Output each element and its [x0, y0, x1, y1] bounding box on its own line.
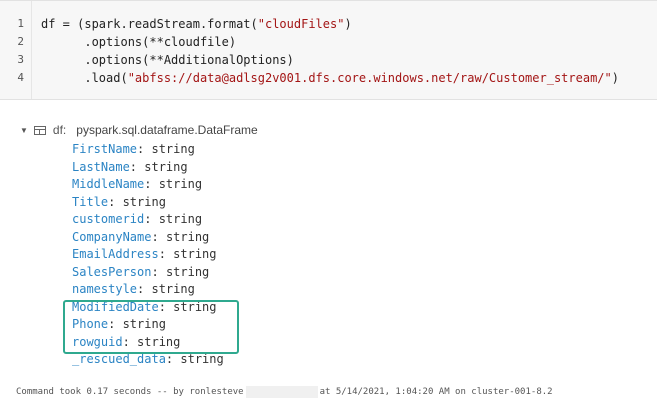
- command-status-footer: Command took 0.17 seconds -- by ronleste…: [16, 386, 553, 398]
- field-type: string: [165, 264, 210, 279]
- code-text: .options(**cloudfile): [41, 35, 237, 49]
- code-string-literal: "cloudFiles": [257, 17, 345, 31]
- field-name: EmailAddress: [72, 247, 159, 261]
- dataframe-schema-header[interactable]: ▼ df: pyspark.sql.dataframe.DataFrame: [20, 121, 258, 139]
- command-timestamp-text: at 5/14/2021, 1:04:20 AM on cluster-001-…: [319, 387, 553, 397]
- schema-field: customerid: string: [72, 212, 203, 226]
- schema-field: LastName: string: [72, 159, 188, 174]
- schema-field: FirstName: string: [72, 142, 195, 156]
- code-text: ): [611, 71, 619, 85]
- field-type: string: [151, 142, 195, 156]
- code-line: .options(**AdditionalOptions): [41, 51, 294, 69]
- field-type: string: [173, 247, 217, 261]
- line-number: 3: [17, 53, 24, 66]
- line-number: 4: [17, 71, 24, 84]
- code-editor[interactable]: 1 2 3 4 df = (spark.readStream.format("c…: [0, 0, 657, 100]
- field-name: Title: [72, 194, 109, 209]
- redacted-username: [245, 386, 318, 398]
- command-duration-text: Command took 0.17 seconds -- by ronleste…: [16, 387, 244, 397]
- field-name: CompanyName: [72, 229, 152, 244]
- schema-field: namestyle: string: [72, 282, 195, 296]
- code-text: ): [344, 17, 352, 31]
- field-type: string: [158, 212, 203, 226]
- field-type: string: [158, 177, 203, 191]
- schema-field: EmailAddress: string: [72, 247, 217, 261]
- code-text: df = (spark.readStream.format(: [41, 17, 258, 31]
- field-name: _rescued_data: [72, 352, 166, 366]
- field-type: string: [151, 282, 195, 296]
- dataframe-type: pyspark.sql.dataframe.DataFrame: [76, 123, 258, 137]
- highlight-box: [63, 300, 239, 354]
- line-number-gutter: 1 2 3 4: [0, 1, 32, 99]
- field-type: string: [165, 229, 210, 244]
- schema-field: MiddleName: string: [72, 177, 203, 191]
- code-line: df = (spark.readStream.format("cloudFile…: [41, 15, 352, 33]
- code-line: .options(**cloudfile): [41, 33, 236, 51]
- schema-field: Title: string: [72, 194, 166, 209]
- line-number: 1: [17, 17, 24, 30]
- line-number: 2: [17, 35, 24, 48]
- field-name: FirstName: [72, 142, 138, 156]
- schema-field: SalesPerson: string: [72, 264, 210, 279]
- field-type: string: [180, 352, 224, 366]
- field-name: LastName: [72, 159, 130, 174]
- field-name: customerid: [72, 212, 145, 226]
- code-line: .load("abfss://data@adlsg2v001.dfs.core.…: [41, 69, 619, 87]
- schema-field: CompanyName: string: [72, 229, 210, 244]
- field-type: string: [144, 159, 188, 174]
- field-name: namestyle: [72, 282, 138, 296]
- field-type: string: [122, 194, 166, 209]
- code-text: .load(: [41, 71, 128, 85]
- field-name: SalesPerson: [72, 264, 152, 279]
- collapse-caret-icon[interactable]: ▼: [20, 126, 28, 135]
- code-string-literal: "abfss://data@adlsg2v001.dfs.core.window…: [127, 71, 612, 85]
- field-name: MiddleName: [72, 177, 145, 191]
- dataframe-name: df:: [52, 123, 67, 137]
- table-icon: [33, 125, 46, 135]
- code-text: .options(**AdditionalOptions): [41, 53, 294, 67]
